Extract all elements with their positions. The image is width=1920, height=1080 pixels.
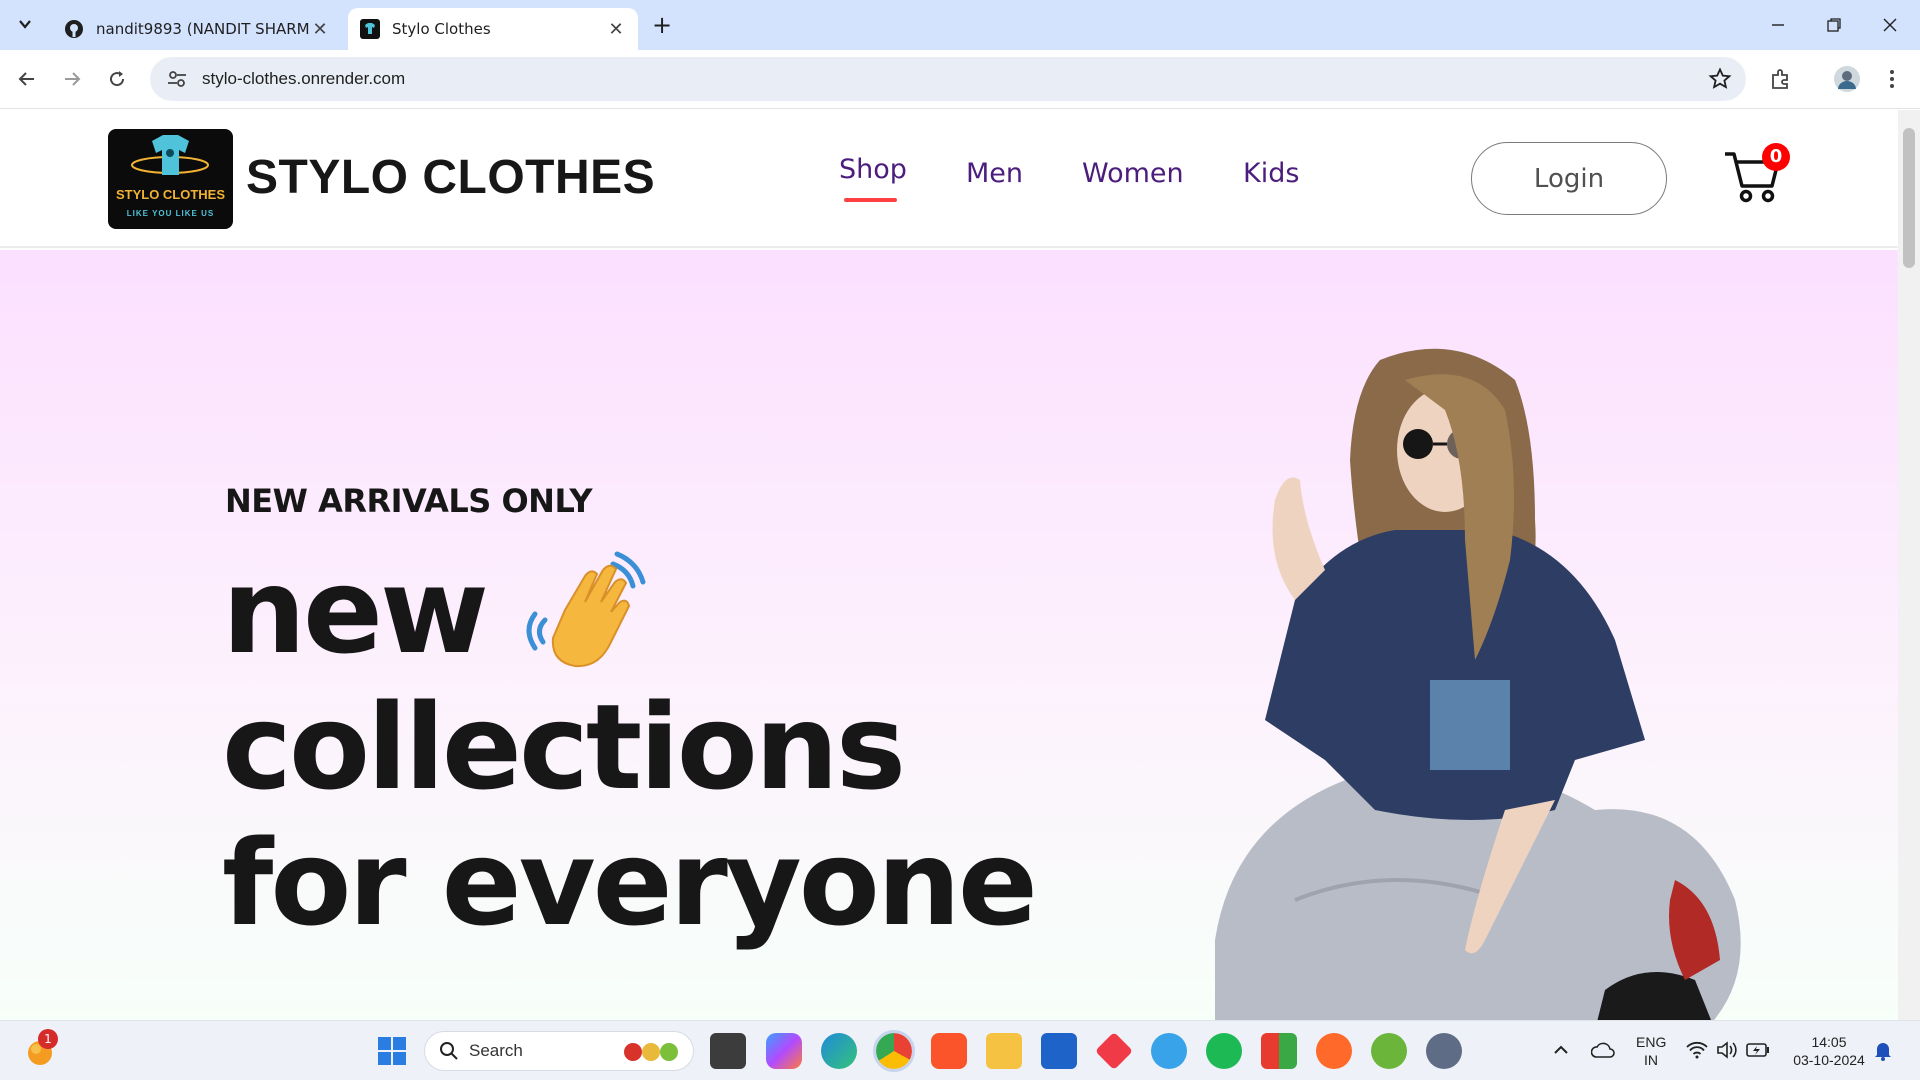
logo-tagline: LIKE YOU LIKE US	[126, 209, 215, 218]
windows-taskbar: 1 Search ENG IN 14:05 03-10-2024	[0, 1020, 1920, 1080]
kebab-menu-icon	[1890, 70, 1894, 88]
cart-count-badge: 0	[1762, 143, 1790, 171]
clock-time: 14:05	[1811, 1034, 1847, 1050]
language-indicator[interactable]: ENG IN	[1636, 1033, 1666, 1069]
close-icon	[1883, 18, 1897, 32]
site-title[interactable]: STYLO CLOTHES	[246, 150, 655, 205]
hero-headline-line2: collections	[222, 678, 906, 816]
minimize-icon	[1772, 24, 1784, 26]
page-scrollbar[interactable]	[1898, 110, 1920, 1020]
nav-men[interactable]: Men	[966, 158, 1023, 189]
site-settings-icon[interactable]	[166, 68, 188, 90]
hero-headline-line3: for everyone	[222, 814, 1038, 952]
hero-model-image	[1215, 348, 1741, 1020]
search-icon	[440, 1042, 458, 1060]
url-text[interactable]: stylo-clothes.onrender.com	[202, 69, 405, 89]
language-code: ENG	[1636, 1034, 1667, 1050]
search-highlight-fruit-icon	[624, 1043, 678, 1061]
github-icon	[65, 20, 83, 38]
taskbar-search[interactable]: Search	[424, 1031, 694, 1071]
settings-gear-icon[interactable]	[1426, 1033, 1462, 1069]
close-icon[interactable]: ✕	[606, 19, 626, 40]
clock-date: 03-10-2024	[1793, 1052, 1865, 1068]
forward-button[interactable]	[55, 62, 89, 96]
browser-tab-bar: nandit9893 (NANDIT SHARMA) ✕ Stylo Cloth…	[0, 0, 1920, 50]
windows-start-icon[interactable]	[374, 1033, 410, 1069]
edge-browser-icon[interactable]	[821, 1033, 857, 1069]
notification-badge: 1	[38, 1029, 58, 1049]
arrow-right-icon	[65, 72, 81, 86]
notification-bell-icon[interactable]	[1874, 1041, 1892, 1061]
nav-shop[interactable]: Shop	[839, 154, 907, 185]
tab-title: Stylo Clothes	[392, 20, 491, 38]
tab-search-button[interactable]	[10, 9, 40, 39]
hero-headline-line1: new	[222, 542, 489, 680]
hero-section: NEW ARRIVALS ONLY new collections for ev…	[0, 250, 1898, 1020]
reload-button[interactable]	[100, 62, 134, 96]
chrome-browser-icon[interactable]	[873, 1030, 915, 1072]
nav-women[interactable]: Women	[1082, 158, 1184, 189]
onedrive-cloud-icon[interactable]	[1591, 1041, 1615, 1059]
browser-toolbar: stylo-clothes.onrender.com	[0, 50, 1920, 109]
anydesk-icon[interactable]	[1094, 1031, 1134, 1071]
minimize-button[interactable]	[1750, 8, 1806, 42]
profile-avatar[interactable]	[1830, 62, 1864, 96]
close-window-button[interactable]	[1862, 8, 1918, 42]
battery-icon[interactable]	[1746, 1042, 1770, 1058]
extensions-button[interactable]	[1764, 62, 1798, 96]
nav-kids[interactable]: Kids	[1243, 158, 1299, 189]
reload-icon	[110, 71, 125, 87]
browser-menu-button[interactable]	[1875, 62, 1909, 96]
winrar-icon[interactable]	[1261, 1033, 1297, 1069]
arrow-left-icon	[18, 72, 34, 86]
microsoft-store-icon[interactable]	[1041, 1033, 1077, 1069]
logo[interactable]: STYLO CLOTHES LIKE YOU LIKE US	[108, 129, 233, 229]
logo-brand-text: STYLO CLOTHES	[115, 187, 226, 202]
spotify-icon[interactable]	[1206, 1033, 1242, 1069]
help-icon[interactable]	[1151, 1033, 1187, 1069]
brave-browser-icon[interactable]	[931, 1033, 967, 1069]
login-button[interactable]: Login	[1471, 142, 1667, 215]
waving-hand-icon	[526, 551, 646, 668]
site-header: STYLO CLOTHES LIKE YOU LIKE US STYLO CLO…	[0, 110, 1898, 248]
search-placeholder: Search	[469, 1041, 523, 1060]
tab-stylo-clothes[interactable]: Stylo Clothes ✕	[348, 8, 638, 50]
site-favicon-icon	[360, 19, 380, 39]
bookmark-star-icon[interactable]	[1708, 67, 1732, 91]
tab-github[interactable]: nandit9893 (NANDIT SHARMA) ✕	[52, 8, 342, 50]
clock[interactable]: 14:05 03-10-2024	[1784, 1033, 1874, 1069]
wifi-icon[interactable]	[1686, 1041, 1708, 1059]
scrollbar-thumb[interactable]	[1903, 128, 1915, 268]
task-view-icon[interactable]	[710, 1033, 746, 1069]
chevron-up-icon[interactable]	[1553, 1043, 1569, 1057]
tshirt-logo-icon	[131, 135, 209, 175]
address-bar[interactable]: stylo-clothes.onrender.com	[150, 57, 1746, 101]
utorrent-icon[interactable]	[1371, 1033, 1407, 1069]
hero-kicker: NEW ARRIVALS ONLY	[225, 482, 593, 520]
avatar-icon	[1834, 66, 1860, 92]
nav-active-underline	[844, 198, 897, 202]
file-explorer-icon[interactable]	[986, 1033, 1022, 1069]
back-button[interactable]	[10, 62, 44, 96]
language-region: IN	[1644, 1052, 1658, 1068]
restore-button[interactable]	[1806, 8, 1862, 42]
chevron-down-icon	[19, 20, 31, 29]
puzzle-icon	[1772, 69, 1788, 89]
postman-icon[interactable]	[1316, 1033, 1352, 1069]
tab-title: nandit9893 (NANDIT SHARMA)	[96, 20, 310, 38]
restore-icon	[1827, 18, 1841, 32]
volume-icon[interactable]	[1716, 1041, 1738, 1059]
copilot-icon[interactable]	[766, 1033, 802, 1069]
close-icon[interactable]: ✕	[310, 19, 330, 40]
new-tab-button[interactable]: +	[648, 12, 676, 40]
